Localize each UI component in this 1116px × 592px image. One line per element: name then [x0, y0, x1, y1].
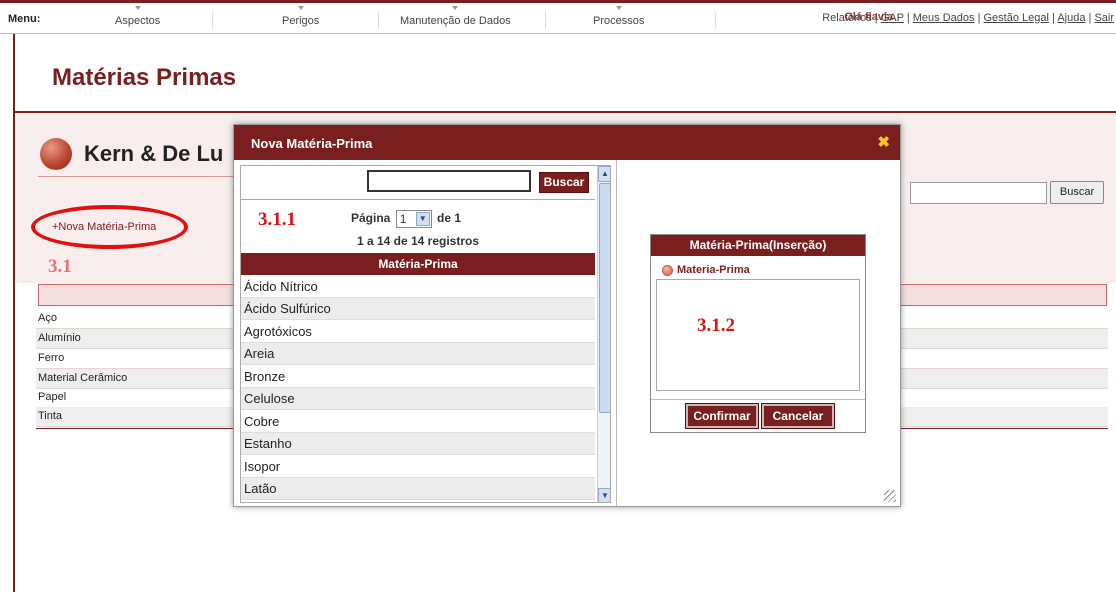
raw-material-textarea[interactable]	[656, 279, 860, 391]
list-item[interactable]: Bronze	[241, 366, 595, 388]
insert-panel: Matéria-Prima(Inserção) Materia-Prima 3.…	[650, 234, 866, 433]
records-count: 1 a 14 de 14 registros	[356, 234, 480, 248]
company-bullet-icon	[40, 138, 72, 170]
relatorios-menu[interactable]: Relatórios Olá flavia	[822, 11, 893, 24]
list-item[interactable]: Latão	[241, 478, 595, 500]
search-button[interactable]: Buscar	[1050, 181, 1104, 204]
menu-separator	[378, 11, 379, 29]
new-raw-material-dialog: Nova Matéria-Prima ✖ Buscar 3.1.1 Página…	[233, 124, 901, 507]
list-search-input[interactable]	[367, 170, 531, 192]
page-select[interactable]: 1 ▼	[395, 210, 432, 228]
menu-separator	[545, 11, 546, 29]
scrollbar-thumb[interactable]	[599, 183, 610, 413]
list-item[interactable]: Estanho	[241, 433, 595, 455]
close-icon[interactable]: ✖	[877, 133, 890, 151]
menu-dropdown-icon	[297, 6, 304, 10]
menu-dropdown-icon	[615, 6, 622, 10]
insert-panel-header: Matéria-Prima(Inserção)	[651, 235, 865, 256]
panel-divider	[241, 199, 595, 200]
link-gestao-legal[interactable]: Gestão Legal	[984, 12, 1049, 24]
user-greeting: Olá flavia	[844, 11, 894, 23]
chevron-down-icon: ▼	[415, 212, 430, 226]
menu-item-processos[interactable]: Processos	[593, 6, 644, 27]
page-title: Matérias Primas	[52, 64, 237, 91]
highlight-ellipse	[31, 205, 188, 249]
list-item[interactable]: Isopor	[241, 456, 595, 478]
annotation-label: 3.1.1	[258, 209, 296, 230]
menu-separator	[715, 11, 716, 29]
menu-dropdown-icon	[134, 6, 141, 10]
search-input[interactable]	[910, 182, 1047, 204]
link-sair[interactable]: Sair	[1094, 12, 1114, 24]
list-search-button[interactable]: Buscar	[539, 172, 589, 193]
chevron-down-icon[interactable]: ▼	[598, 488, 610, 502]
required-dot-icon	[662, 264, 673, 276]
resize-grip-icon[interactable]	[884, 490, 896, 502]
link-ajuda[interactable]: Ajuda	[1057, 12, 1085, 24]
panel-divider	[651, 399, 865, 400]
cancel-button[interactable]: Cancelar	[761, 403, 835, 429]
page-total: de 1	[437, 211, 462, 226]
dialog-divider	[616, 160, 617, 506]
field-label: Materia-Prima	[662, 264, 750, 276]
link-meus-dados[interactable]: Meus Dados	[913, 12, 975, 24]
list-item[interactable]: Ácido Nítrico	[241, 276, 595, 298]
menu-item-perigos[interactable]: Perigos	[282, 6, 319, 27]
top-links: Relatórios Olá flavia | GAP | Meus Dados …	[822, 11, 1114, 24]
menu-label: Menu:	[8, 13, 41, 25]
column-header: Matéria-Prima	[241, 253, 595, 275]
confirm-button[interactable]: Confirmar	[685, 403, 759, 429]
list-item[interactable]: Celulose	[241, 388, 595, 410]
company-name: Kern & De Lu	[84, 141, 224, 166]
menu-item-aspectos[interactable]: Aspectos	[115, 6, 160, 27]
annotation-label: 3.1.2	[697, 315, 735, 336]
menu-item-manutencao[interactable]: Manutenção de Dados	[400, 6, 511, 27]
list-item[interactable]: Ácido Sulfúrico	[241, 298, 595, 320]
chevron-up-icon[interactable]: ▲	[598, 166, 610, 182]
menu-dropdown-icon	[452, 6, 459, 10]
annotation-label: 3.1	[48, 256, 72, 277]
dialog-header: Nova Matéria-Prima ✖	[234, 125, 900, 160]
top-menu-bar: Menu: Aspectos Perigos Manutenção de Dad…	[0, 0, 1116, 34]
list-item[interactable]: Cobre	[241, 411, 595, 433]
list-scrollbar[interactable]: ▲ ▼	[597, 166, 610, 502]
dialog-title: Nova Matéria-Prima	[251, 136, 373, 151]
raw-material-list-panel: Buscar 3.1.1 Página 1 ▼ de 1 1 a 14 de 14…	[240, 165, 611, 503]
menu-separator	[212, 11, 213, 29]
company-divider	[38, 176, 238, 177]
list-item[interactable]: Areia	[241, 343, 595, 365]
pagination: Página 1 ▼ de 1	[351, 210, 461, 228]
list-item[interactable]: Agrotóxicos	[241, 321, 595, 343]
page-label: Página	[351, 211, 391, 226]
